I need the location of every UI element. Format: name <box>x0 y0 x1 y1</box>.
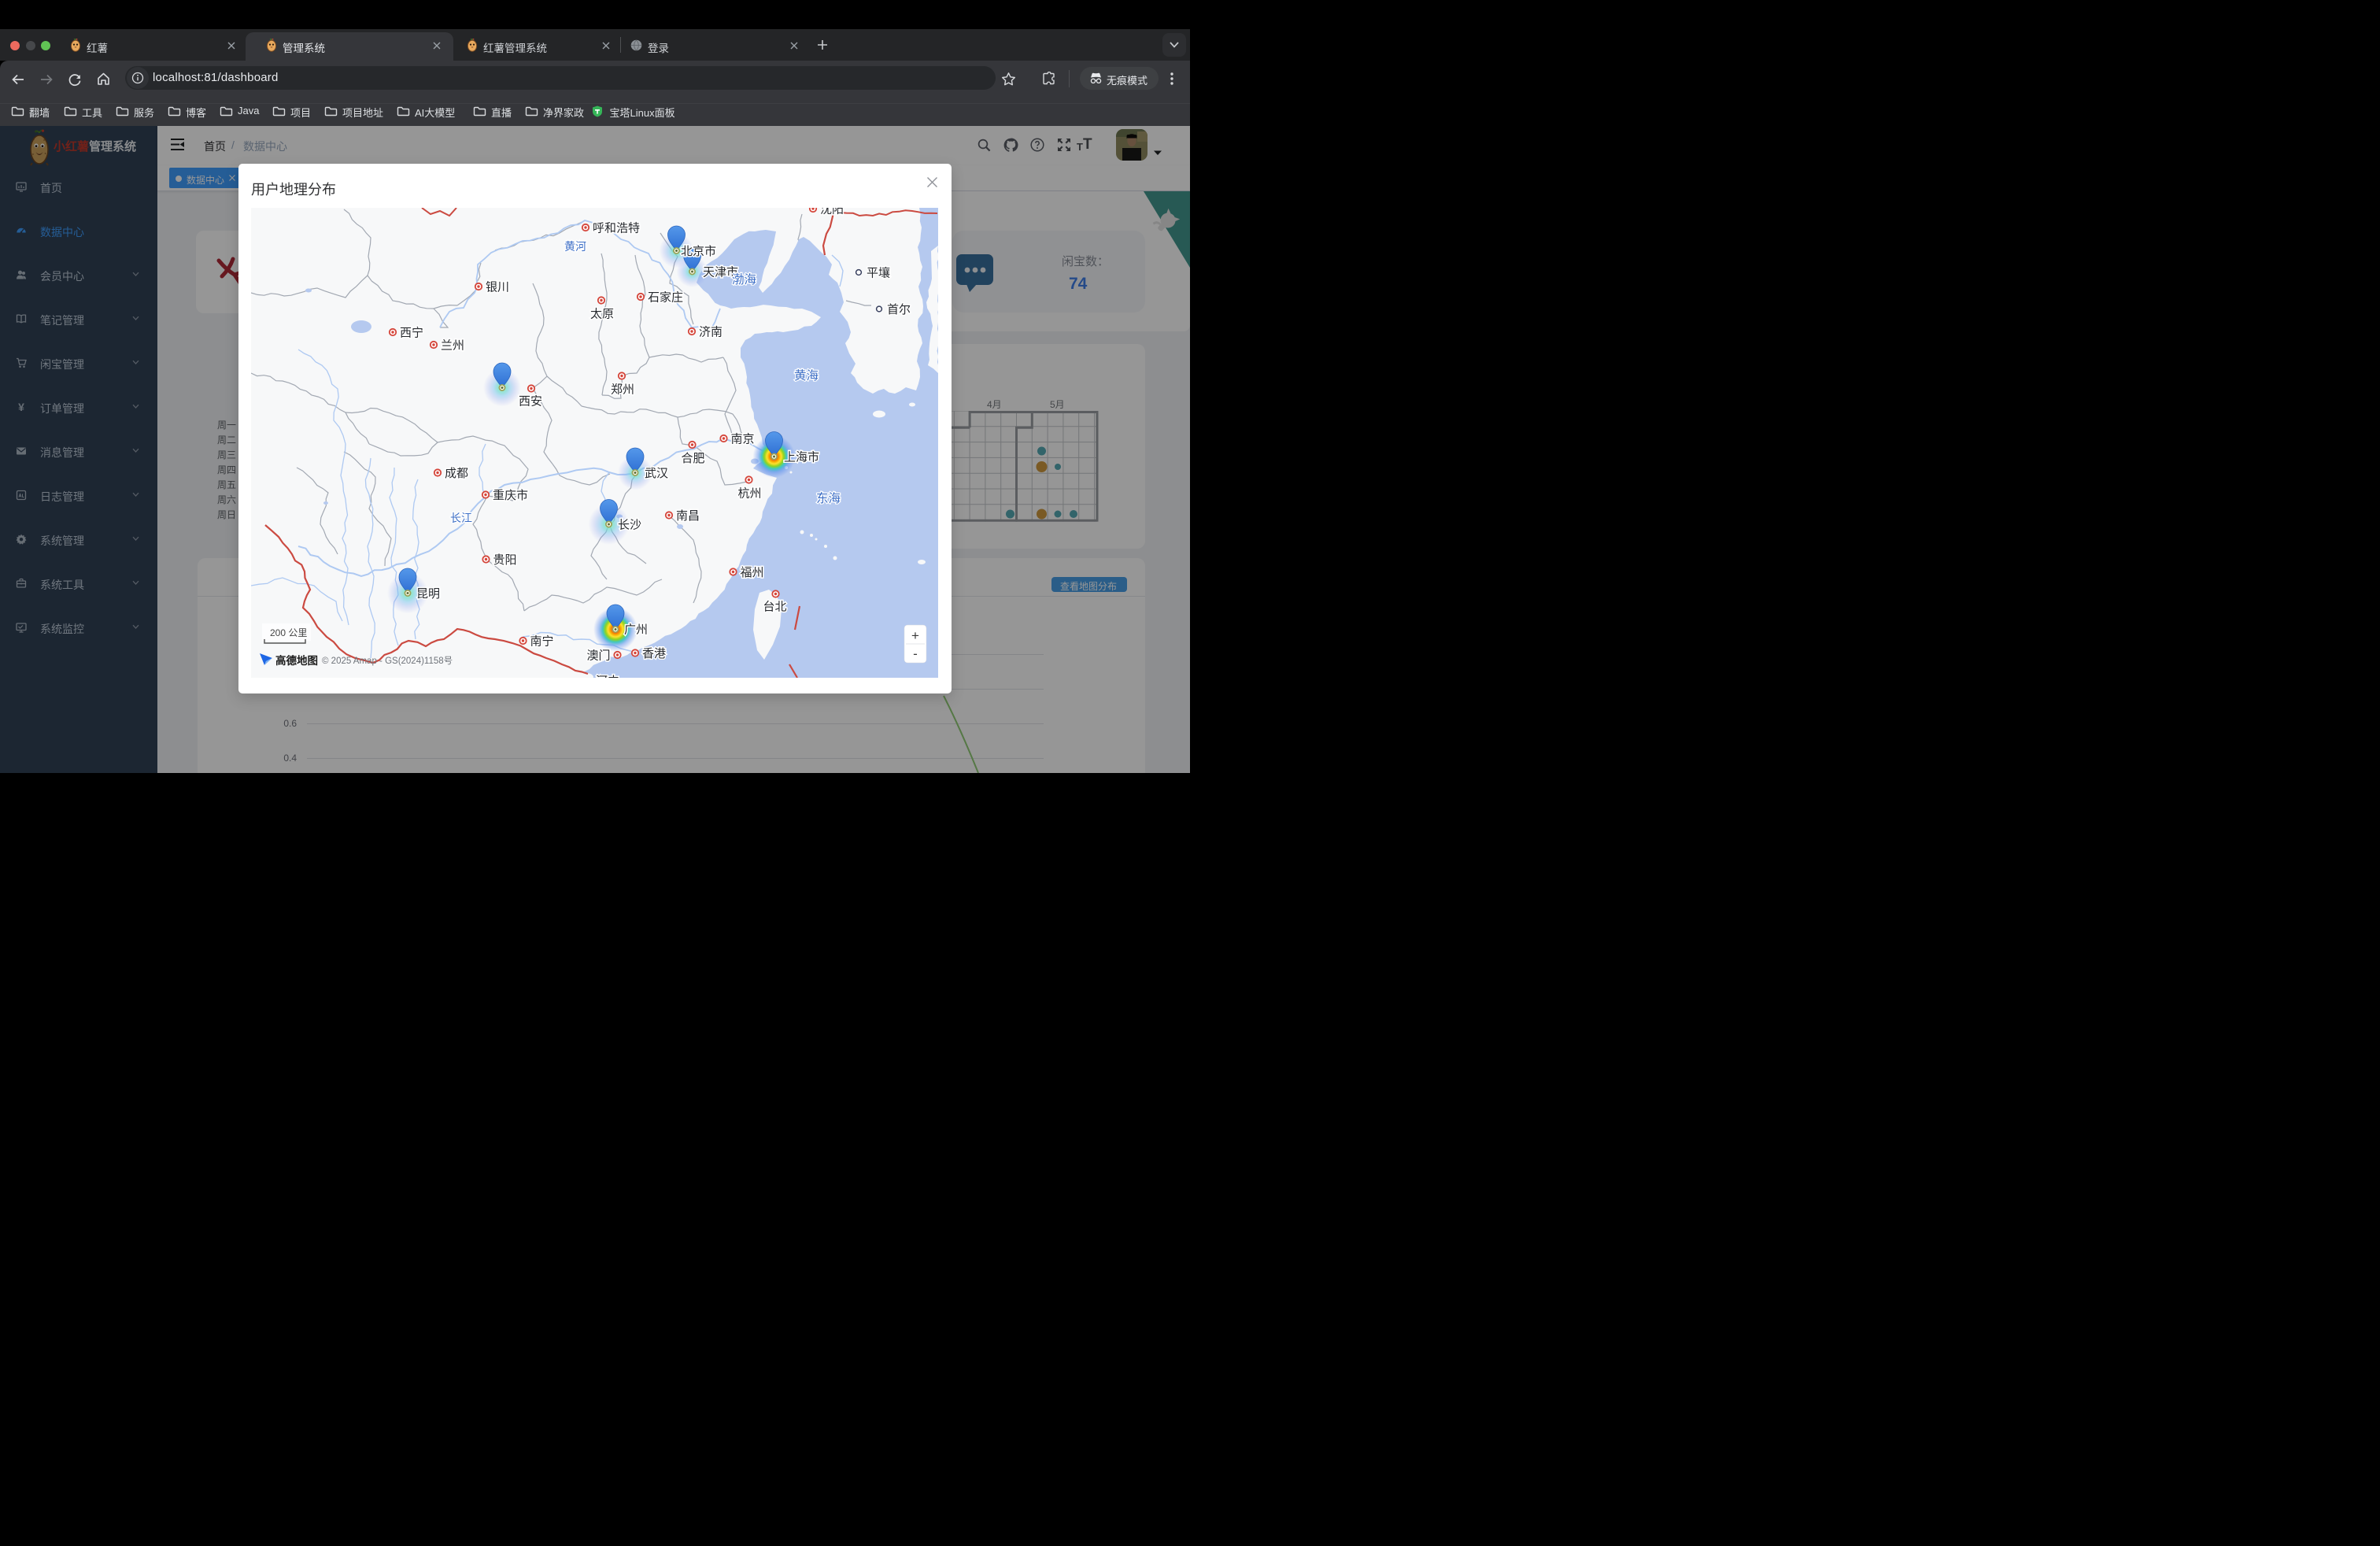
svg-text:广州: 广州 <box>624 623 648 637</box>
svg-text:石家庄: 石家庄 <box>648 290 683 305</box>
svg-text:台北: 台北 <box>763 601 787 614</box>
svg-text:© 2025 Amap - GS(2024)1158号: © 2025 Amap - GS(2024)1158号 <box>322 656 453 666</box>
svg-text:昆明: 昆明 <box>416 587 440 601</box>
svg-text:沈阳: 沈阳 <box>820 208 844 216</box>
svg-text:西宁: 西宁 <box>400 327 423 340</box>
svg-text:南宁: 南宁 <box>530 635 554 649</box>
svg-text:-: - <box>913 646 918 661</box>
svg-text:渤海: 渤海 <box>732 272 756 287</box>
svg-text:重庆市: 重庆市 <box>493 489 528 502</box>
svg-text:成都: 成都 <box>445 467 468 480</box>
svg-text:西安: 西安 <box>519 395 542 409</box>
svg-text:长江: 长江 <box>450 512 472 524</box>
svg-text:东海: 东海 <box>816 491 841 505</box>
svg-text:太原: 太原 <box>590 308 614 321</box>
svg-text:杭州: 杭州 <box>738 487 762 501</box>
svg-text:长沙: 长沙 <box>618 519 641 532</box>
svg-text:高德地图: 高德地图 <box>275 654 318 667</box>
svg-text:黄河: 黄河 <box>564 240 586 253</box>
svg-text:平壤: 平壤 <box>867 266 890 280</box>
svg-text:南昌: 南昌 <box>676 509 700 523</box>
svg-text:银川: 银川 <box>486 281 509 294</box>
svg-text:兰州: 兰州 <box>441 339 464 353</box>
svg-text:福州: 福州 <box>741 566 764 579</box>
svg-text:+: + <box>911 628 919 643</box>
svg-text:200 公里: 200 公里 <box>270 627 307 638</box>
svg-text:武汉: 武汉 <box>645 467 668 480</box>
svg-text:首尔: 首尔 <box>887 303 911 316</box>
svg-text:香港: 香港 <box>642 647 666 660</box>
svg-text:呼和浩特: 呼和浩特 <box>593 222 640 235</box>
svg-text:北京市: 北京市 <box>681 245 716 258</box>
svg-text:南京: 南京 <box>731 433 755 446</box>
svg-text:合肥: 合肥 <box>682 452 705 465</box>
svg-text:黄海: 黄海 <box>794 368 819 383</box>
svg-text:郑州: 郑州 <box>611 383 634 397</box>
svg-text:上海市: 上海市 <box>784 451 819 464</box>
svg-text:贵阳: 贵阳 <box>493 553 517 567</box>
svg-text:河中: 河中 <box>596 675 619 678</box>
svg-text:澳门: 澳门 <box>587 649 611 663</box>
svg-text:济南: 济南 <box>699 326 722 339</box>
